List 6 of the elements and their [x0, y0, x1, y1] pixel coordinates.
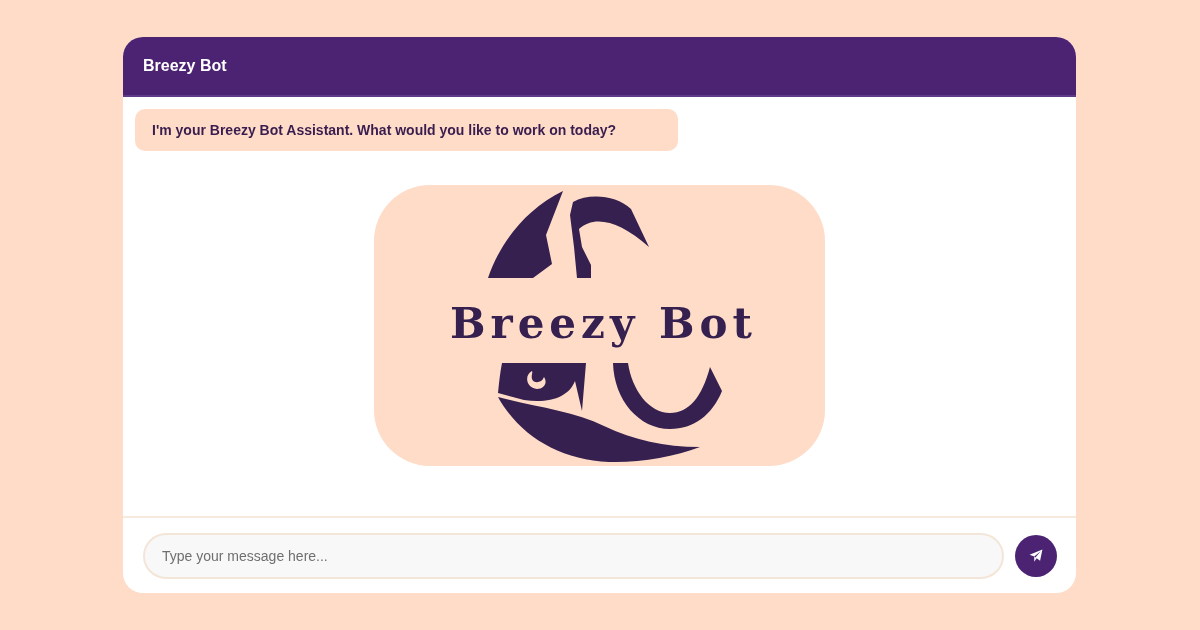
bot-message: I'm your Breezy Bot Assistant. What would you like to work on today?	[135, 109, 678, 151]
send-icon	[1029, 548, 1043, 563]
send-button[interactable]	[1015, 534, 1057, 577]
chat-title: Breezy Bot	[143, 56, 227, 76]
logo-text: Breezy Bot	[450, 299, 750, 349]
message-input[interactable]: Type your message here...	[143, 532, 1004, 579]
